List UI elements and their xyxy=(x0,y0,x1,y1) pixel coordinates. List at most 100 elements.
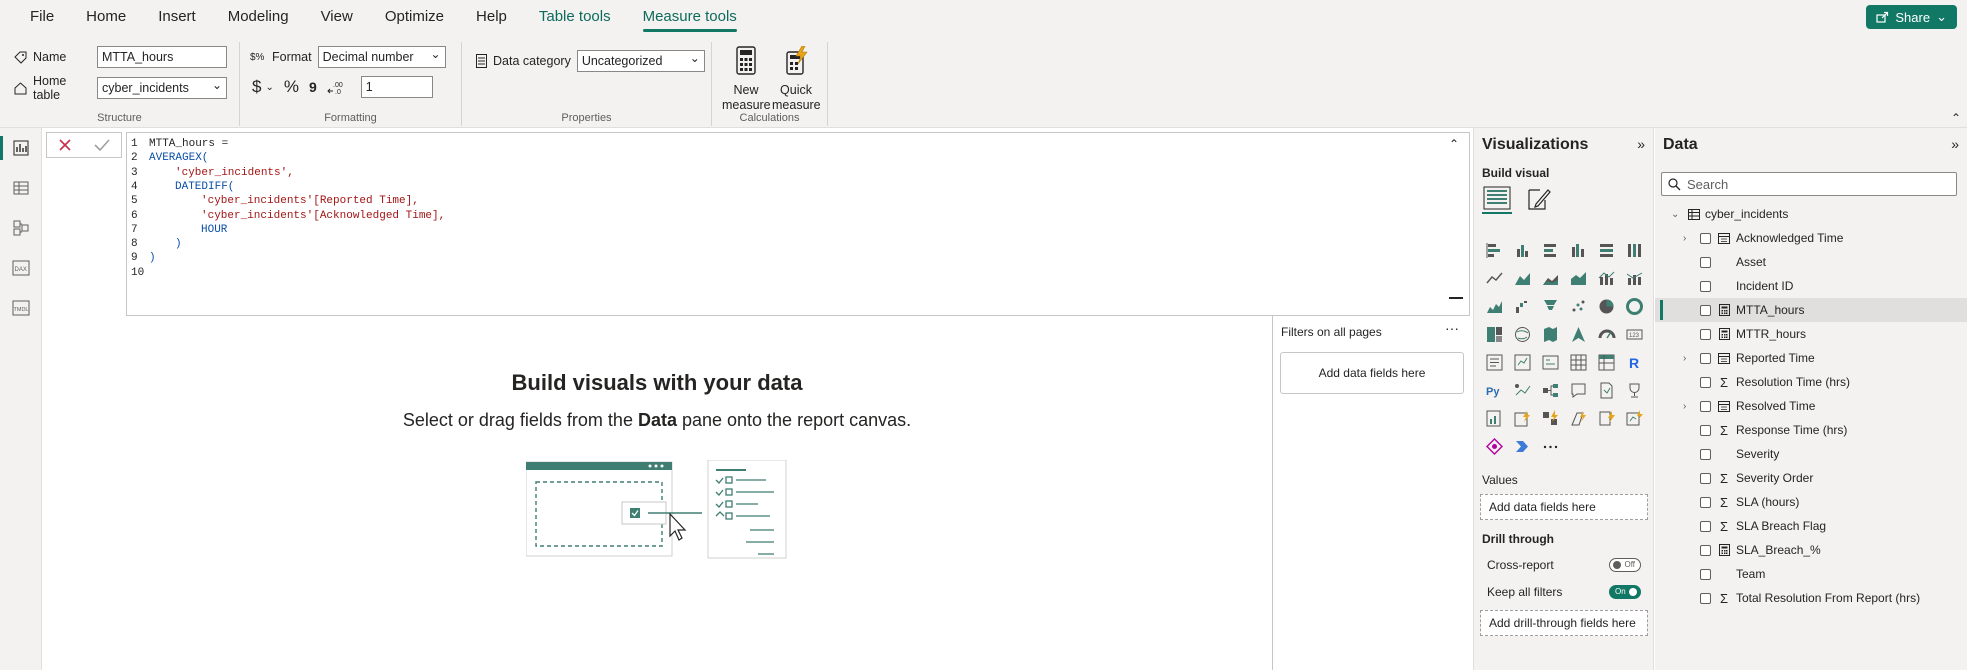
scatter-chart-icon[interactable] xyxy=(1564,292,1592,320)
gauge-icon[interactable] xyxy=(1592,320,1620,348)
decrease-decimal-icon[interactable]: .00.0 xyxy=(327,79,345,95)
card-icon[interactable]: 123 xyxy=(1620,320,1648,348)
field-checkbox[interactable] xyxy=(1700,232,1711,244)
field-checkbox[interactable] xyxy=(1700,472,1711,484)
table-node[interactable]: ⌄ cyber_incidents xyxy=(1655,202,1967,226)
clustered-column-chart-icon[interactable] xyxy=(1564,236,1592,264)
field-checkbox[interactable] xyxy=(1700,328,1711,340)
paginated-report-icon[interactable] xyxy=(1620,376,1648,404)
metrics-icon[interactable] xyxy=(1536,404,1564,432)
format-visual-button[interactable] xyxy=(1524,184,1554,214)
tab-measure-tools[interactable]: Measure tools xyxy=(627,0,753,34)
commit-check-icon[interactable] xyxy=(94,138,110,152)
stacked-area-chart-icon[interactable] xyxy=(1536,264,1564,292)
collapse-data-icon[interactable]: » xyxy=(1951,136,1959,152)
field-checkbox[interactable] xyxy=(1700,352,1711,364)
tab-help[interactable]: Help xyxy=(460,0,523,34)
azure-workflow-icon[interactable] xyxy=(1480,432,1508,460)
narrative-card-icon[interactable] xyxy=(1564,404,1592,432)
r-visual-icon[interactable]: R xyxy=(1620,348,1648,376)
expand-chevron-icon[interactable]: › xyxy=(1683,401,1686,412)
field-row[interactable]: Σ SLA Breach Flag xyxy=(1655,514,1967,538)
undefined-icon[interactable] xyxy=(1536,432,1564,460)
expand-chevron-icon[interactable]: › xyxy=(1683,233,1686,244)
tab-view[interactable]: View xyxy=(305,0,369,34)
filled-map-icon[interactable] xyxy=(1536,320,1564,348)
matrix-icon[interactable] xyxy=(1592,348,1620,376)
table-icon[interactable] xyxy=(1564,348,1592,376)
100-stacked-bar-chart-icon[interactable] xyxy=(1592,236,1620,264)
data-category-select[interactable]: Uncategorized xyxy=(576,48,705,72)
expand-chevron-icon[interactable]: › xyxy=(1683,353,1686,364)
get-more-visuals-icon[interactable] xyxy=(1508,432,1536,460)
home-table-select[interactable]: cyber_incidents xyxy=(97,75,227,99)
decimal-places-input[interactable]: 1 xyxy=(360,76,433,98)
drill-through-drop-zone[interactable]: Add drill-through fields here xyxy=(1480,610,1648,636)
field-checkbox[interactable] xyxy=(1700,544,1711,556)
funnel-chart-icon[interactable] xyxy=(1536,292,1564,320)
field-row[interactable]: Asset xyxy=(1655,250,1967,274)
stacked-bar-chart-icon[interactable] xyxy=(1480,236,1508,264)
filters-drop-zone[interactable]: Add data fields here xyxy=(1280,352,1464,394)
line-clustered-column-chart-icon[interactable] xyxy=(1620,264,1648,292)
tab-optimize[interactable]: Optimize xyxy=(369,0,460,34)
model-view-button[interactable] xyxy=(0,208,42,248)
quick-measure-button[interactable]: Quick measure xyxy=(772,45,821,113)
stacked-column-chart-icon[interactable] xyxy=(1508,236,1536,264)
power-platform-visual-icon[interactable] xyxy=(1620,404,1648,432)
field-row[interactable]: › Reported Time xyxy=(1655,346,1967,370)
waterfall-chart-icon[interactable] xyxy=(1508,292,1536,320)
name-input[interactable]: MTTA_hours xyxy=(97,46,227,68)
field-checkbox[interactable] xyxy=(1700,592,1711,604)
map-icon[interactable] xyxy=(1508,320,1536,348)
tab-home[interactable]: Home xyxy=(70,0,142,34)
field-checkbox[interactable] xyxy=(1700,280,1711,292)
pie-chart-icon[interactable] xyxy=(1592,292,1620,320)
tab-modeling[interactable]: Modeling xyxy=(212,0,305,34)
100-stacked-area-chart-icon[interactable] xyxy=(1564,264,1592,292)
smart-narrative-icon[interactable] xyxy=(1592,376,1620,404)
tab-insert[interactable]: Insert xyxy=(142,0,212,34)
power-apps-icon[interactable] xyxy=(1480,404,1508,432)
dax-formula-editor[interactable]: ⌃ 1 MTTA_hours = 2 AVERAGEX(3'cyber_inciden… xyxy=(126,132,1470,316)
multi-row-card-icon[interactable] xyxy=(1480,348,1508,376)
treemap-icon[interactable] xyxy=(1480,320,1508,348)
field-checkbox[interactable] xyxy=(1700,520,1711,532)
build-visual-button[interactable] xyxy=(1482,184,1512,214)
field-checkbox[interactable] xyxy=(1700,496,1711,508)
filters-more-button[interactable]: ··· xyxy=(1445,320,1459,336)
azure-map-icon[interactable] xyxy=(1564,320,1592,348)
field-row[interactable]: › Resolved Time xyxy=(1655,394,1967,418)
field-row[interactable]: Σ Total Resolution From Report (hrs) xyxy=(1655,586,1967,610)
field-checkbox[interactable] xyxy=(1700,256,1711,268)
field-row[interactable]: › Acknowledged Time xyxy=(1655,226,1967,250)
decomposition-tree-icon[interactable] xyxy=(1536,376,1564,404)
power-automate-icon[interactable] xyxy=(1508,404,1536,432)
tmdl-view-button[interactable]: TMDL xyxy=(0,288,42,328)
values-drop-zone[interactable]: Add data fields here xyxy=(1480,494,1648,520)
tab-table-tools[interactable]: Table tools xyxy=(523,0,627,34)
cross-report-toggle[interactable]: Off xyxy=(1609,558,1641,572)
collapse-ribbon-icon[interactable]: ⌃ xyxy=(1951,111,1961,125)
share-button[interactable]: Share ⌄ xyxy=(1866,5,1957,29)
new-measure-button[interactable]: New measure xyxy=(722,46,771,113)
currency-button[interactable]: $ xyxy=(252,77,261,97)
comma-button[interactable]: 9 xyxy=(309,79,317,95)
field-row[interactable]: Incident ID xyxy=(1655,274,1967,298)
field-row[interactable]: Σ SLA (hours) xyxy=(1655,490,1967,514)
clustered-bar-chart-icon[interactable] xyxy=(1536,236,1564,264)
field-checkbox[interactable] xyxy=(1700,376,1711,388)
field-row[interactable]: Σ Severity Order xyxy=(1655,466,1967,490)
field-row[interactable]: MTTA_hours xyxy=(1655,298,1967,322)
format-select[interactable]: Decimal number xyxy=(317,44,446,68)
field-checkbox[interactable] xyxy=(1700,568,1711,580)
data-search-input[interactable]: Search xyxy=(1661,172,1957,196)
field-checkbox[interactable] xyxy=(1700,304,1711,316)
donut-chart-icon[interactable] xyxy=(1620,292,1648,320)
key-influencers-icon[interactable] xyxy=(1508,376,1536,404)
ribbon-chart-icon[interactable] xyxy=(1480,292,1508,320)
tab-file[interactable]: File xyxy=(14,0,70,34)
100-stacked-column-chart-icon[interactable] xyxy=(1620,236,1648,264)
table-view-button[interactable] xyxy=(0,168,42,208)
field-row[interactable]: SLA_Breach_% xyxy=(1655,538,1967,562)
